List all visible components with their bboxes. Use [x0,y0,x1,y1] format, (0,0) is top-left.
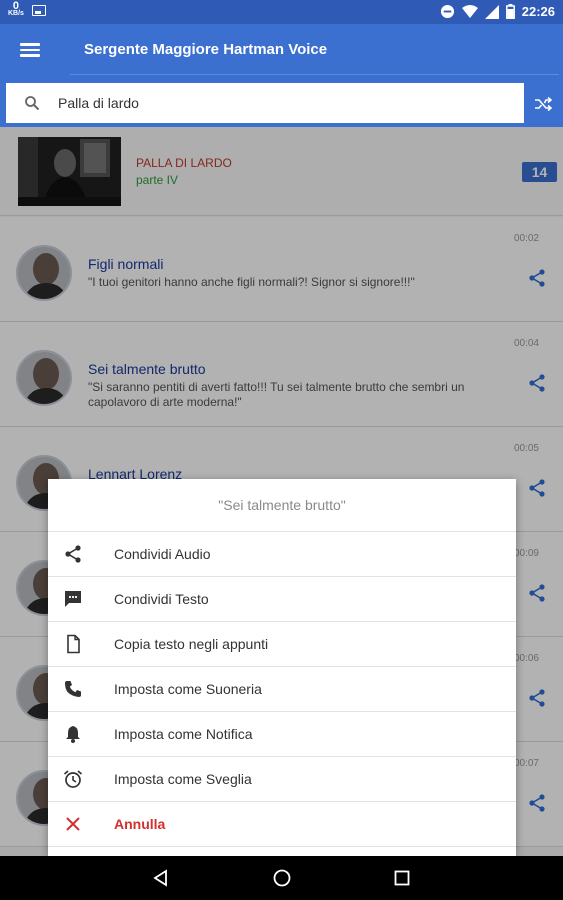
signal-icon [484,4,499,19]
message-icon [65,591,81,607]
actions-dialog: "Sei talmente brutto" Condividi Audio Co… [48,479,516,856]
menu-item-label: Condividi Audio [114,546,211,562]
shuffle-icon[interactable] [533,94,553,114]
image-notification-icon [31,4,46,16]
cancel-button[interactable]: Annulla [48,802,516,847]
menu-item-label: Condividi Testo [114,591,209,607]
network-speed-indicator: 0 KB/s [8,0,24,18]
menu-item-set-notification[interactable]: Imposta come Notifica [48,712,516,757]
menu-item-label: Imposta come Notifica [114,726,253,742]
search-query: Palla di lardo [58,95,139,111]
navigation-bar [0,856,563,900]
share-icon [65,545,81,563]
alarm-icon [63,770,83,788]
clock: 22:26 [521,4,555,19]
network-speed-unit: KB/s [8,10,24,17]
cancel-label: Annulla [114,816,166,832]
dialog-title: "Sei talmente brutto" [48,479,516,532]
bell-icon [66,726,80,743]
menu-item-label: Imposta come Suoneria [114,681,262,697]
menu-item-copy-text[interactable]: Copia testo negli appunti [48,622,516,667]
home-icon[interactable] [272,868,292,888]
menu-item-share-audio[interactable]: Condividi Audio [48,532,516,577]
network-speed-value: 0 [12,0,20,12]
status-bar: 0 KB/s 22:26 [0,0,563,24]
app-title: Sergente Maggiore Hartman Voice [84,41,328,58]
menu-item-label: Copia testo negli appunti [114,636,269,652]
menu-item-set-ringtone[interactable]: Imposta come Suoneria [48,667,516,712]
search-input[interactable]: Palla di lardo [6,83,524,123]
battery-icon [505,4,515,19]
do-not-disturb-icon [440,4,454,19]
app-bar: Sergente Maggiore Hartman Voice [0,24,563,81]
search-bar: Palla di lardo [0,81,563,127]
menu-item-set-alarm[interactable]: Imposta come Sveglia [48,757,516,802]
menu-button[interactable] [18,40,42,64]
file-copy-icon [67,634,80,654]
menu-item-label: Imposta come Sveglia [114,771,252,787]
close-icon [66,817,80,831]
menu-item-share-text[interactable]: Condividi Testo [48,577,516,622]
menu-icon [20,43,40,46]
phone-icon [65,681,81,697]
divider [70,74,559,75]
recents-icon[interactable] [392,868,412,888]
back-icon[interactable] [151,868,171,888]
wifi-icon [461,4,478,18]
search-icon [25,96,40,111]
